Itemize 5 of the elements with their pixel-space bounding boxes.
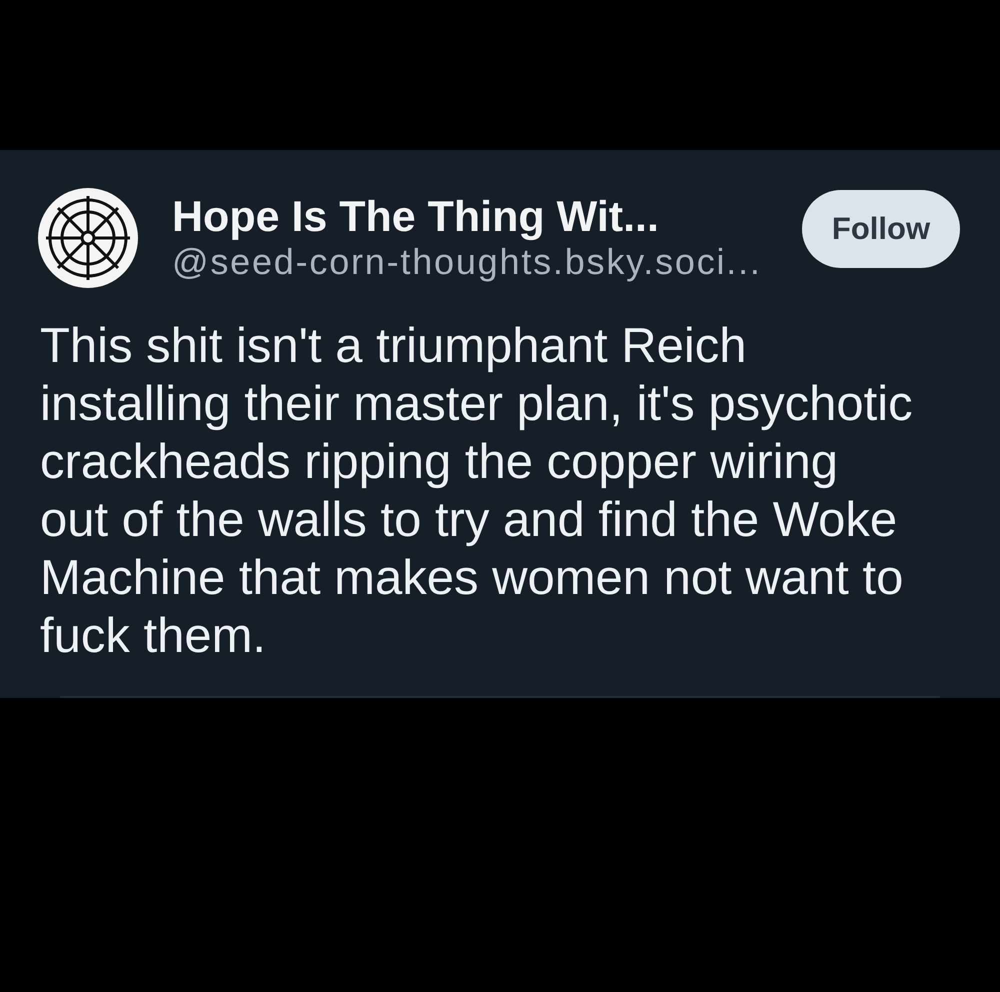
post-text: This shit isn't a triumphant Reich installing their master plan, it's psychotic crackheads ripping the copper wiring out of the walls to try and find the Woke Machine that makes women not want to fuck them. bbox=[40, 318, 914, 665]
author-handle[interactable]: @seed-corn-thoughts.bsky.soci... bbox=[172, 242, 802, 282]
wheel-avatar-icon[interactable] bbox=[38, 188, 138, 288]
author-name[interactable]: Hope Is The Thing Wit... bbox=[172, 192, 802, 242]
follow-button[interactable]: Follow bbox=[802, 190, 960, 268]
